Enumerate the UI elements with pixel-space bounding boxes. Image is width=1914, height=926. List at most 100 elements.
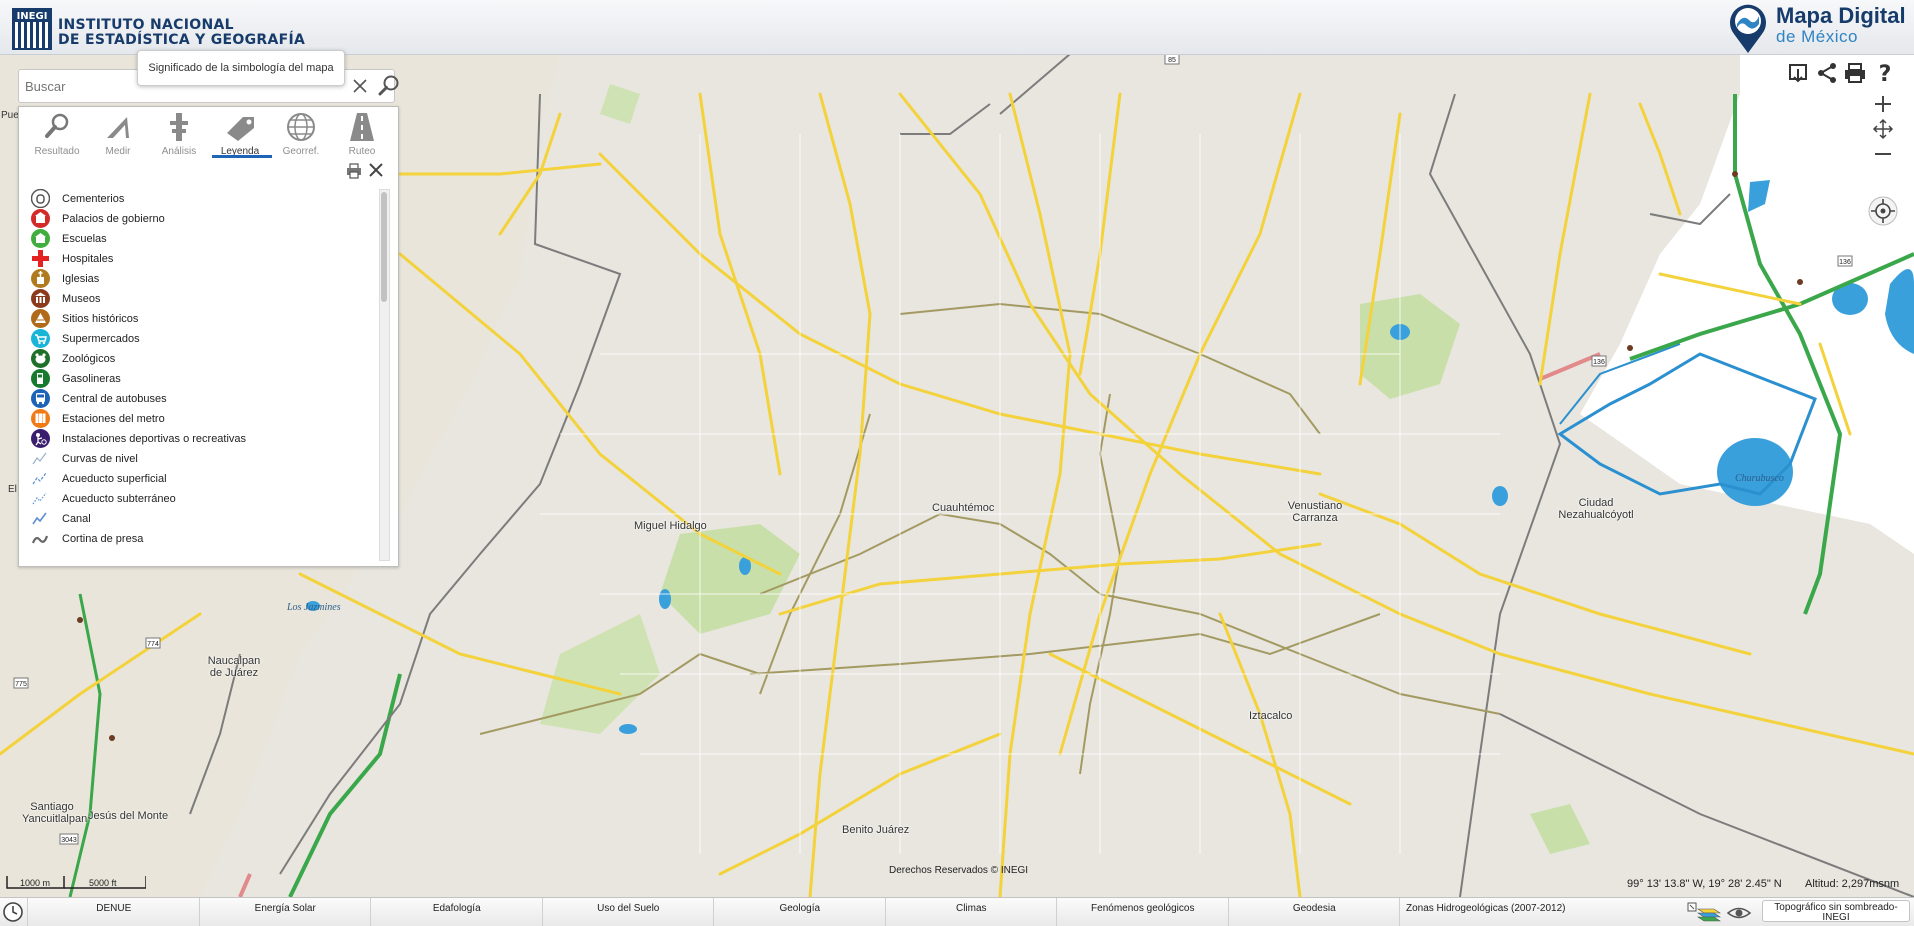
legend-item: Cortina de presa [29,529,369,549]
close-icon[interactable] [367,161,385,179]
legend-label: Cortina de presa [62,533,144,545]
zoo-icon [31,349,50,368]
inegi-name: INSTITUTO NACIONAL DE ESTADÍSTICA Y GEOG… [58,18,305,48]
route-shield: 774 [147,641,159,648]
legend-item: Central de autobuses [29,389,369,409]
place-label: Cuauhtémoc [932,502,995,514]
clear-icon[interactable] [349,75,371,97]
layer-tab[interactable]: Edafología [370,898,543,926]
eye-icon [1726,907,1752,919]
legend-item: Curvas de nivel [29,449,369,469]
layer-tab[interactable]: Climas [884,898,1058,926]
layer-tab[interactable]: Uso del Suelo [541,898,715,926]
export-icon[interactable] [1786,61,1810,85]
route-shield: 85 [1168,57,1176,64]
side-panel: Resultado Medir Análisis Leyenda Georref… [18,106,399,567]
edge-label: Pue [1,110,19,121]
government-icon [31,209,50,228]
zoom-in-icon[interactable] [1868,92,1898,116]
scale-imperial-label: 5000 ft [89,878,117,888]
basemap-selector[interactable]: Topográfico sin sombreado- INEGI [1762,900,1910,923]
magnifier-icon [45,113,69,138]
legend-label: Escuelas [62,233,107,245]
legend-item: Sitios históricos [29,309,369,329]
inegi-name-line2: DE ESTADÍSTICA Y GEOGRAFÍA [58,32,306,48]
layers-icon [1687,902,1721,922]
layer-tab[interactable]: Geodesia [1227,898,1401,926]
tab-georref[interactable]: Georref. [271,109,331,161]
search-icon[interactable] [377,74,401,98]
tab-ruteo[interactable]: Ruteo [332,109,392,161]
tab-label: Medir [105,146,131,157]
tab-label: Resultado [34,146,80,157]
legend-label: Cementerios [62,193,125,205]
scrollbar-thumb[interactable] [381,192,387,302]
tab-label: Ruteo [348,146,376,157]
tag-icon [227,117,254,141]
zoom-out-icon[interactable] [1868,142,1898,166]
legend-label: Palacios de gobierno [62,213,165,225]
layer-tab[interactable]: Fenómenos geológicos [1056,898,1229,926]
legend-item: Gasolineras [29,369,369,389]
locate-icon[interactable] [1868,196,1898,226]
sports-icon [31,429,50,448]
layer-tab[interactable]: Zonas Hidrogeológicas (2007-2012) [1399,898,1572,926]
tab-medir[interactable]: Medir [88,109,148,161]
aqueduct-icon [32,472,47,485]
legend-item: Estaciones del metro [29,409,369,429]
legend-label: Sitios históricos [62,313,139,325]
legend-item: Supermercados [29,329,369,349]
tab-label: Análisis [161,146,197,157]
legend-label: Museos [62,293,101,305]
zoom-controls [1868,92,1898,166]
tab-resultado[interactable]: Resultado [27,109,87,161]
active-tab-indicator [212,155,272,158]
legend-item: Iglesias [29,269,369,289]
help-icon[interactable]: ? [1873,61,1897,85]
inegi-mark-text: INEGI [17,11,48,22]
globe-icon [287,113,315,141]
historic-icon [31,309,50,328]
legend-item: Zoológicos [29,349,369,369]
share-icon[interactable] [1815,61,1839,85]
route-shield: 775 [15,681,27,688]
place-label: Miguel Hidalgo [634,520,707,532]
clock-icon[interactable] [2,901,24,923]
layer-tab[interactable]: Energía Solar [198,898,372,926]
map-pin-logo-icon [1730,4,1766,53]
place-label: Iztacalco [1249,710,1293,722]
analysis-icon [170,113,188,141]
legend-label: Hospitales [62,253,114,265]
layer-tab[interactable]: Geología [713,898,886,926]
full-extent-icon[interactable] [1868,117,1898,141]
inegi-logo[interactable]: INEGI [12,8,52,50]
altitude-readout: Altitud: 2,297msnm [1805,878,1900,890]
legend-label: Iglesias [62,273,100,285]
water-label: Los Jazmines [287,602,341,613]
thematic-layers-bar: DENUE Energía Solar Edafología Uso del Suel… [0,897,1914,926]
svg-text:?: ? [1879,62,1892,85]
legend-item: Acueducto superficial [29,469,369,489]
dam-icon [31,535,49,544]
bus-icon [31,389,50,408]
tab-leyenda[interactable]: Leyenda [210,109,270,161]
legend-scrollbar[interactable] [379,189,390,561]
layer-tab[interactable]: DENUE [27,898,200,926]
tab-analisis[interactable]: Análisis [149,109,209,161]
tab-label: Georref. [282,146,320,157]
legend-item: Instalaciones deportivas o recreativas [29,429,369,449]
place-label: Ciudad Nezahualcóyotl [1558,497,1634,521]
canal-icon [32,512,47,525]
print-icon[interactable] [346,163,362,179]
legend-label: Acueducto superficial [62,473,167,485]
contour-icon [32,452,47,465]
legend-label: Canal [62,513,91,525]
fuel-icon [31,369,50,388]
road-icon [350,113,374,141]
place-label: Benito Juárez [842,824,910,836]
print-icon[interactable] [1843,61,1867,85]
museum-icon [31,289,50,308]
school-icon [31,229,50,248]
route-shield: 3043 [61,837,77,844]
copyright-text: Derechos Reservados © INEGI [889,865,1029,876]
